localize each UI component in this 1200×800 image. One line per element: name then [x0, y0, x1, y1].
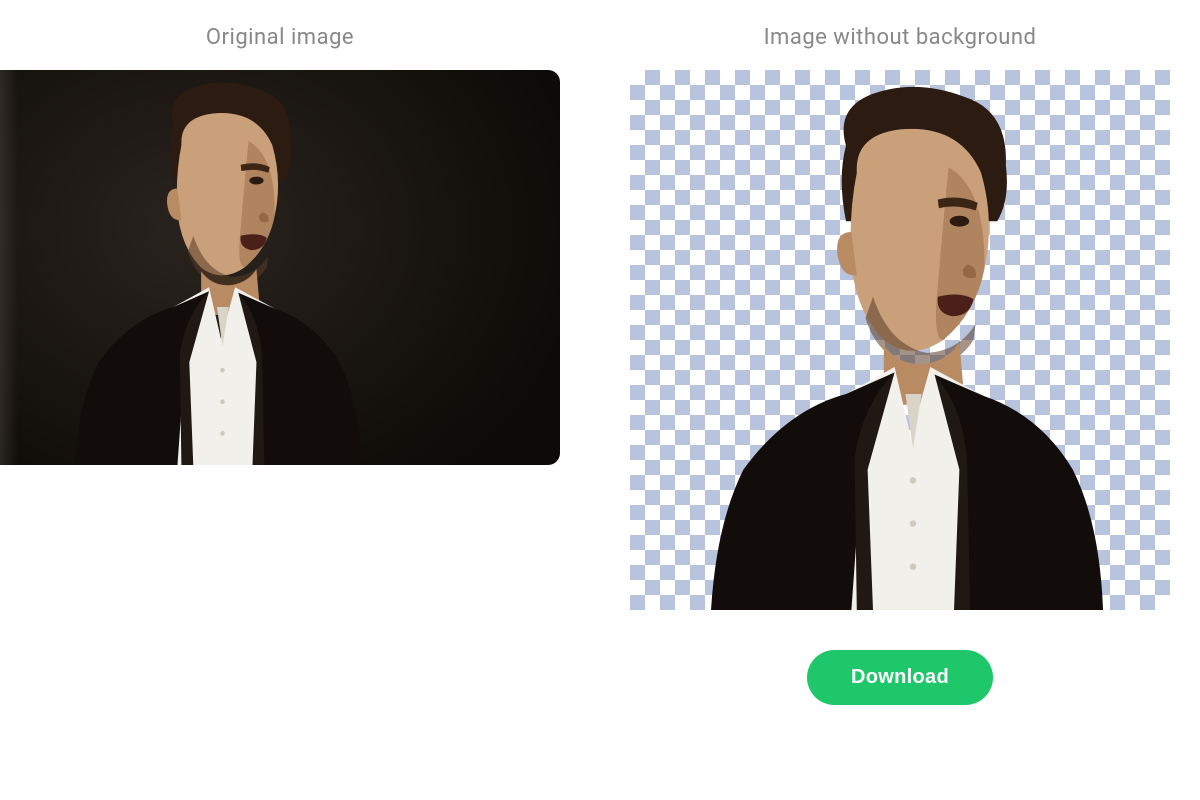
- original-image-title: Original image: [206, 25, 354, 50]
- result-image-panel: Image without background: [620, 25, 1180, 705]
- download-button[interactable]: Download: [807, 650, 993, 705]
- person-portrait: [55, 70, 371, 465]
- original-image-frame: [0, 70, 560, 465]
- original-image-panel: Original image: [0, 25, 560, 705]
- result-image-frame: [630, 70, 1170, 610]
- person-portrait-cutout: [684, 70, 1116, 610]
- result-image-title: Image without background: [764, 25, 1037, 50]
